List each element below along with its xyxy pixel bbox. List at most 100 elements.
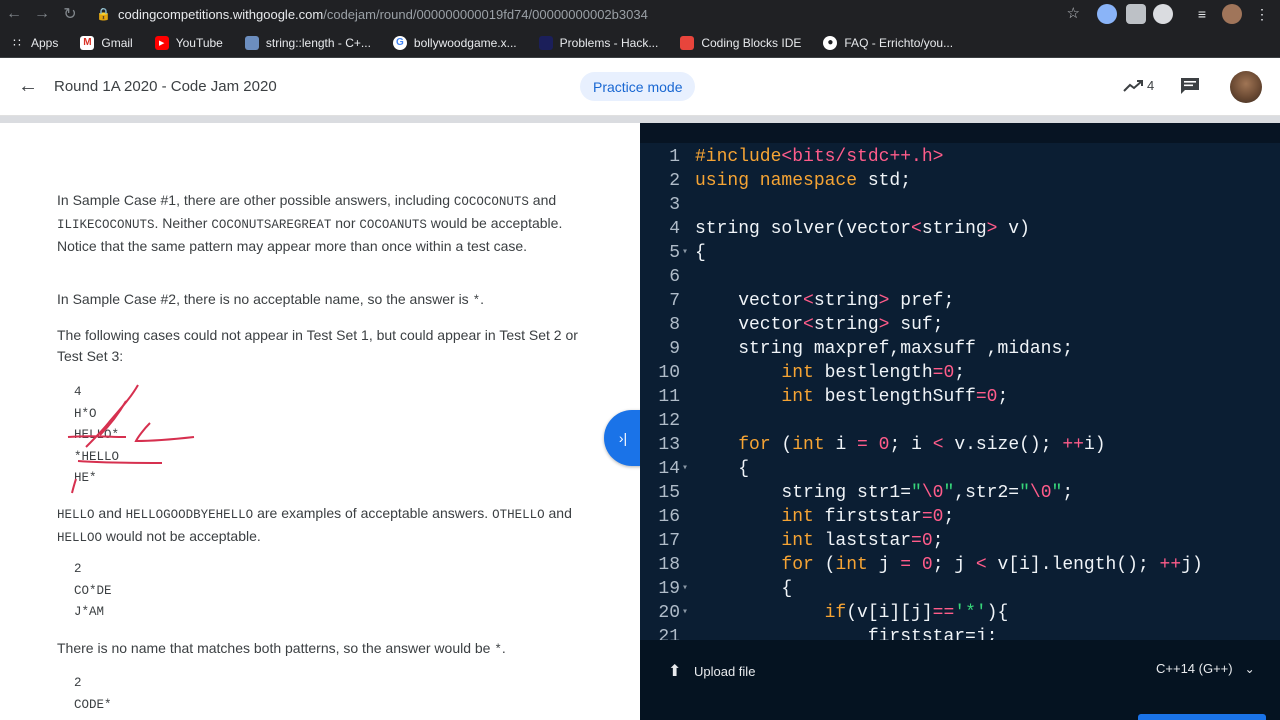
code-editor[interactable]: 1 #include<bits/stdc++.h> 2 using namespac…	[640, 123, 1280, 640]
apps-grid-icon: ∷	[13, 35, 21, 50]
lock-icon: 🔒	[96, 7, 111, 21]
trend-count: 4	[1147, 78, 1155, 93]
fold-icon[interactable]: ▾	[682, 457, 688, 481]
reading-list-icon[interactable]: ≡	[1192, 4, 1212, 24]
inline-code: COCOCONUTS	[453, 195, 529, 209]
youtube-icon: ▶	[154, 35, 169, 50]
bookmark-label: YouTube	[175, 35, 223, 50]
code-line: 12	[640, 409, 1280, 433]
page-title: Round 1A 2020 - Code Jam 2020	[54, 78, 277, 95]
chevron-down-icon: ⌄	[1244, 661, 1255, 676]
forward-icon[interactable]: →	[28, 0, 56, 28]
upload-label: Upload file	[694, 663, 756, 679]
code-line: 10 int bestlength=0;	[640, 361, 1280, 385]
browser-menu-icon[interactable]: ⋮	[1252, 4, 1272, 24]
upload-file-button[interactable]: ⬆ Upload file	[668, 661, 755, 681]
code-line: 9 string maxpref,maxsuff ,midans;	[640, 337, 1280, 361]
inline-code: *	[472, 294, 481, 308]
fold-icon[interactable]: ▾	[682, 241, 688, 265]
practice-mode-chip[interactable]: Practice mode	[580, 72, 696, 101]
code-line: 18 for (int j = 0; j < v[i].length(); ++…	[640, 553, 1280, 577]
code-lines[interactable]: 1 #include<bits/stdc++.h> 2 using namespac…	[640, 145, 1280, 640]
trend-button[interactable]: 4	[1123, 78, 1154, 93]
inline-code: HELLO	[57, 508, 95, 522]
bookmark-github[interactable]: ● FAQ - Errichto/you...	[823, 35, 954, 50]
text: In Sample Case #2, there is no acceptabl…	[57, 291, 473, 307]
bookmark-label: FAQ - Errichto/you...	[844, 35, 954, 50]
pen-annotation	[67, 384, 195, 494]
address-bar[interactable]: 🔒 codingcompetitions.withgoogle.com/code…	[96, 2, 1086, 26]
line-number: 1	[669, 147, 680, 167]
bookmark-apps[interactable]: ∷ Apps	[10, 36, 58, 50]
code-line: 4 string solver(vector<string> v)	[640, 217, 1280, 241]
line-number: 20	[658, 603, 680, 623]
paragraph-acceptable: HELLO and HELLOGOODBYEHELLO are examples…	[57, 503, 587, 549]
extension-icon[interactable]	[1097, 4, 1117, 24]
bookmark-youtube[interactable]: ▶ YouTube	[154, 35, 223, 50]
sample-block-3: 2 CODE*	[74, 673, 112, 716]
back-arrow-icon[interactable]: ←	[18, 75, 38, 98]
language-select[interactable]: C++14 (G++) ⌄	[1156, 661, 1255, 676]
bookmark-label: bollywoodgame.x...	[413, 35, 517, 50]
code-line: 5 ▾{	[640, 241, 1280, 265]
code-line: 2	[74, 676, 82, 690]
extension-icon[interactable]	[1153, 4, 1173, 24]
fold-icon[interactable]: ▾	[682, 577, 688, 601]
chat-icon[interactable]	[1180, 77, 1200, 95]
url-path: /codejam/round/000000000019fd74/00000000…	[323, 6, 648, 22]
bookmark-bollywood[interactable]: Gbollywoodgame.x...	[392, 35, 517, 50]
back-icon[interactable]: ←	[0, 0, 28, 28]
google-icon: G	[392, 35, 407, 50]
bookmark-star-icon[interactable]: ☆	[1067, 4, 1080, 22]
line-number: 8	[669, 315, 680, 335]
hackerrank-icon	[538, 35, 553, 50]
code-line: 2	[74, 562, 82, 576]
codingblocks-icon	[680, 35, 695, 50]
code-line: 19 ▾ {	[640, 577, 1280, 601]
bookmark-gmail[interactable]: M Gmail	[80, 35, 133, 50]
text: nor	[331, 215, 360, 231]
reload-icon[interactable]: ↻	[56, 0, 84, 28]
code-line: 3	[640, 193, 1280, 217]
extension-icon[interactable]	[1126, 4, 1146, 24]
text: . Neither	[154, 215, 212, 231]
text: There is no name that matches both patte…	[57, 640, 495, 656]
url-domain: codingcompetitions.withgoogle.com	[118, 6, 324, 22]
inline-code: OTHELLO	[492, 508, 545, 522]
line-number: 3	[669, 195, 680, 215]
bookmark-codingblocks[interactable]: Coding Blocks IDE	[680, 35, 802, 50]
profile-avatar[interactable]	[1222, 4, 1242, 24]
line-number: 9	[669, 339, 680, 359]
line-number: 13	[658, 435, 680, 455]
line-number: 6	[669, 267, 680, 287]
paragraph-sample-1: In Sample Case #1, there are other possi…	[57, 190, 587, 257]
line-number: 21	[658, 627, 680, 640]
fold-icon[interactable]: ▾	[682, 601, 688, 625]
bookmark-label: Coding Blocks IDE	[701, 35, 802, 50]
bookmark-hackerrank[interactable]: Problems - Hack...	[538, 35, 658, 50]
bookmark-cpp[interactable]: string::length - C+...	[244, 35, 371, 50]
app-header: ← Round 1A 2020 - Code Jam 2020 Practice…	[0, 58, 1280, 116]
bookmark-label: string::length - C+...	[265, 35, 371, 50]
code-line: 16 int firststar=0;	[640, 505, 1280, 529]
code-line: CO*DE	[74, 583, 112, 598]
inline-code: *	[494, 643, 502, 657]
line-number: 16	[658, 507, 680, 527]
code-line: 8 vector<string> suf;	[640, 313, 1280, 337]
line-number: 14	[658, 459, 680, 479]
code-line: CODE*	[74, 697, 112, 712]
line-number: 15	[658, 483, 680, 503]
editor-footer: ⬆ Upload file C++14 (G++) ⌄	[640, 640, 1280, 720]
inline-code: COCOANUTS	[359, 218, 427, 232]
inline-code: COCONUTSAREGREAT	[211, 218, 332, 232]
line-number: 5	[669, 243, 680, 263]
user-avatar[interactable]	[1230, 71, 1262, 103]
github-icon: ●	[823, 35, 838, 50]
code-line: 15 string str1="\0",str2="\0";	[640, 481, 1280, 505]
inline-code: ILIKECOCONUTS	[57, 218, 155, 232]
submit-button[interactable]	[1138, 714, 1266, 720]
language-label: C++14 (G++)	[1156, 661, 1233, 676]
text: and	[94, 505, 126, 521]
paragraph-test-sets: The following cases could not appear in …	[57, 327, 578, 364]
line-number: 17	[658, 531, 680, 551]
